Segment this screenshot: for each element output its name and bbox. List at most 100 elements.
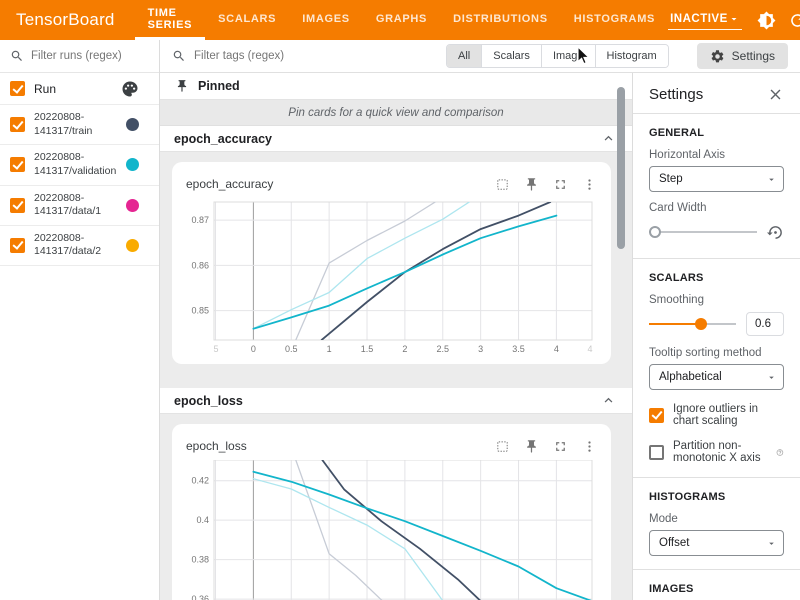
run-label: 20220808-141317/data/2 — [34, 232, 126, 259]
search-icon — [172, 49, 186, 63]
card-width-slider[interactable] — [649, 225, 757, 239]
more-options-icon[interactable] — [582, 439, 597, 454]
section-title: epoch_loss — [174, 394, 243, 408]
svg-text:0.87: 0.87 — [191, 215, 209, 225]
tab-histograms[interactable]: HISTOGRAMS — [561, 0, 668, 40]
tags-filter-input[interactable] — [194, 50, 446, 62]
partition-x-label: Partition non-monotonic X axis — [673, 440, 767, 464]
svg-text:5: 5 — [213, 344, 218, 354]
data-selection-icon[interactable] — [495, 439, 510, 454]
tags-toolbar: All Scalars Image Histogram Settings — [160, 40, 800, 73]
card-epoch-loss: epoch_loss 0.420.40.380.36 — [172, 424, 611, 600]
settings-button-label: Settings — [732, 49, 775, 63]
nav-tabs: TIME SERIES SCALARS IMAGES GRAPHS DISTRI… — [135, 0, 669, 40]
divider — [633, 258, 800, 259]
filter-all-button[interactable]: All — [447, 45, 481, 67]
svg-text:4: 4 — [554, 344, 559, 354]
chevron-up-icon[interactable] — [601, 393, 616, 408]
palette-icon[interactable] — [121, 80, 139, 98]
svg-text:0.85: 0.85 — [191, 306, 209, 316]
partition-x-checkbox[interactable] — [649, 445, 664, 460]
pin-hint-text: Pin cards for a quick view and compariso… — [160, 100, 632, 126]
run-label: 20220808-141317/validation — [34, 151, 126, 178]
card-icon-group — [495, 177, 597, 192]
section-epoch-loss[interactable]: epoch_loss — [160, 388, 632, 414]
card-icon-group — [495, 439, 597, 454]
run-checkbox[interactable] — [10, 238, 25, 253]
card-title: epoch_loss — [186, 439, 247, 453]
horizontal-axis-select[interactable]: Step — [649, 166, 784, 192]
tags-filter — [172, 49, 446, 63]
tooltip-sorting-select[interactable]: Alphabetical — [649, 364, 784, 390]
reset-icon[interactable] — [767, 224, 784, 241]
chevron-down-icon — [766, 372, 777, 383]
runs-column-label: Run — [34, 82, 121, 96]
reload-status-dropdown[interactable]: INACTIVE — [668, 10, 742, 30]
svg-text:0.86: 0.86 — [191, 260, 209, 270]
run-checkbox[interactable] — [10, 117, 25, 132]
filter-scalars-button[interactable]: Scalars — [481, 45, 541, 67]
svg-text:1.5: 1.5 — [361, 344, 374, 354]
svg-text:3: 3 — [478, 344, 483, 354]
section-epoch-accuracy[interactable]: epoch_accuracy — [160, 126, 632, 152]
run-checkbox[interactable] — [10, 198, 25, 213]
svg-text:0.42: 0.42 — [191, 476, 209, 486]
tab-scalars[interactable]: SCALARS — [205, 0, 289, 40]
svg-text:0: 0 — [251, 344, 256, 354]
data-selection-icon[interactable] — [495, 177, 510, 192]
tab-images[interactable]: IMAGES — [289, 0, 363, 40]
card-width-label: Card Width — [649, 202, 784, 214]
svg-text:2: 2 — [402, 344, 407, 354]
run-row-data2[interactable]: 20220808-141317/data/2 — [0, 226, 159, 266]
svg-text:4: 4 — [587, 344, 592, 354]
tag-type-filter-group: All Scalars Image Histogram — [446, 44, 669, 68]
run-row-data1[interactable]: 20220808-141317/data/1 — [0, 186, 159, 226]
pin-icon — [175, 79, 189, 93]
chevron-down-icon — [766, 538, 777, 549]
header-icon-group — [742, 11, 800, 30]
app-header: TensorBoard TIME SERIES SCALARS IMAGES G… — [0, 0, 800, 40]
settings-button[interactable]: Settings — [697, 43, 788, 69]
chevron-up-icon[interactable] — [601, 131, 616, 146]
app-logo: TensorBoard — [0, 10, 135, 30]
divider — [633, 569, 800, 570]
run-row-train[interactable]: 20220808-141317/train — [0, 105, 159, 145]
smoothing-label: Smoothing — [649, 294, 784, 306]
ignore-outliers-checkbox[interactable] — [649, 408, 664, 423]
fullscreen-icon[interactable] — [553, 439, 568, 454]
svg-text:0.36: 0.36 — [191, 594, 209, 600]
runs-filter-input[interactable] — [31, 50, 149, 62]
run-checkbox[interactable] — [10, 157, 25, 172]
more-options-icon[interactable] — [582, 177, 597, 192]
refresh-icon[interactable] — [788, 11, 800, 30]
close-icon[interactable] — [767, 86, 784, 103]
epoch-loss-chart[interactable]: 0.420.40.380.36 — [186, 460, 596, 600]
smoothing-value-input[interactable]: 0.6 — [746, 312, 784, 336]
tab-time-series[interactable]: TIME SERIES — [135, 0, 206, 40]
divider — [633, 477, 800, 478]
filter-histogram-button[interactable]: Histogram — [595, 45, 668, 67]
run-select-all-checkbox[interactable] — [10, 81, 25, 96]
runs-sidebar: Run 20220808-141317/train 20220808-14131… — [0, 40, 160, 600]
theme-toggle-icon[interactable] — [757, 11, 776, 30]
run-row-validation[interactable]: 20220808-141317/validation — [0, 145, 159, 185]
settings-panel: Settings GENERAL Horizontal Axis Step Ca… — [632, 73, 800, 600]
scalars-heading: SCALARS — [649, 272, 784, 284]
general-heading: GENERAL — [649, 127, 784, 139]
help-icon[interactable] — [776, 446, 784, 459]
svg-text:1: 1 — [327, 344, 332, 354]
gear-icon — [710, 49, 725, 64]
smoothing-slider[interactable] — [649, 317, 736, 331]
scrollbar-thumb[interactable] — [617, 87, 625, 249]
tab-graphs[interactable]: GRAPHS — [363, 0, 440, 40]
mouse-cursor — [575, 46, 594, 65]
histogram-mode-select[interactable]: Offset — [649, 530, 784, 556]
fullscreen-icon[interactable] — [553, 177, 568, 192]
svg-text:0.5: 0.5 — [285, 344, 298, 354]
tab-distributions[interactable]: DISTRIBUTIONS — [440, 0, 561, 40]
reload-status-value: INACTIVE — [670, 13, 728, 25]
epoch-accuracy-chart[interactable]: 0.850.860.8700.511.522.533.5454 — [186, 198, 596, 356]
section-title: epoch_accuracy — [174, 132, 272, 146]
pin-icon[interactable] — [524, 177, 539, 192]
pin-icon[interactable] — [524, 439, 539, 454]
